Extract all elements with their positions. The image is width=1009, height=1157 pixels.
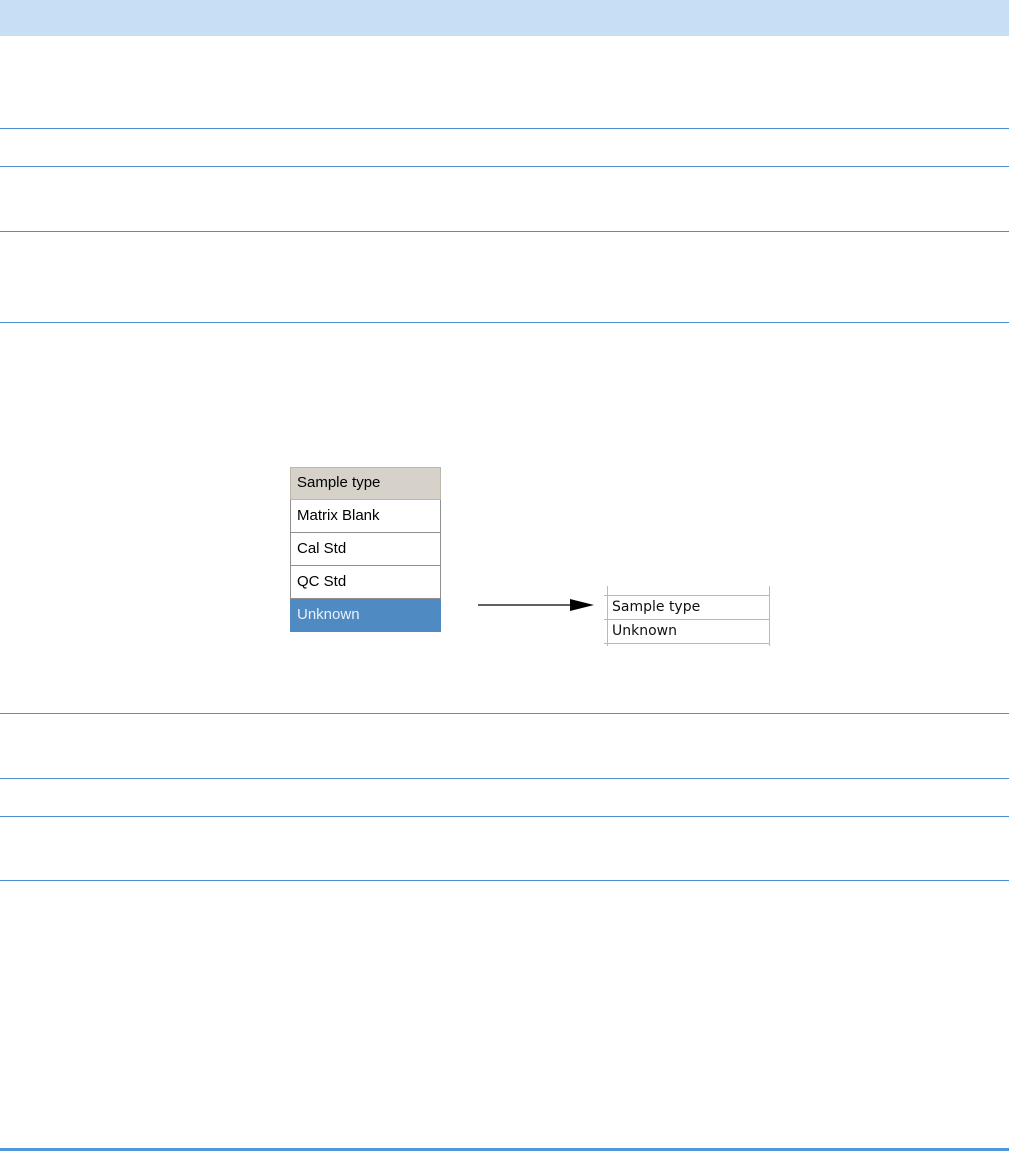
dropdown-option-cal-std[interactable]: Cal Std bbox=[290, 533, 441, 566]
divider bbox=[0, 880, 1009, 881]
divider bbox=[0, 322, 1009, 323]
divider bbox=[0, 713, 1009, 714]
divider bbox=[0, 166, 1009, 167]
sheet-value-cell: Unknown bbox=[612, 623, 677, 639]
sample-type-dropdown[interactable]: Sample type Matrix Blank Cal Std QC Std … bbox=[290, 467, 441, 632]
footer-rule bbox=[0, 1148, 1009, 1151]
result-sheet: Sample type Unknown bbox=[604, 586, 770, 646]
divider bbox=[0, 128, 1009, 129]
arrow-right-icon bbox=[478, 599, 594, 611]
sheet-header-cell: Sample type bbox=[612, 599, 701, 615]
header-band bbox=[0, 0, 1009, 36]
divider bbox=[0, 231, 1009, 232]
dropdown-option-unknown[interactable]: Unknown bbox=[290, 599, 441, 632]
divider bbox=[0, 816, 1009, 817]
divider bbox=[0, 778, 1009, 779]
dropdown-header: Sample type bbox=[290, 467, 441, 500]
dropdown-option-matrix-blank[interactable]: Matrix Blank bbox=[290, 500, 441, 533]
dropdown-option-qc-std[interactable]: QC Std bbox=[290, 566, 441, 599]
